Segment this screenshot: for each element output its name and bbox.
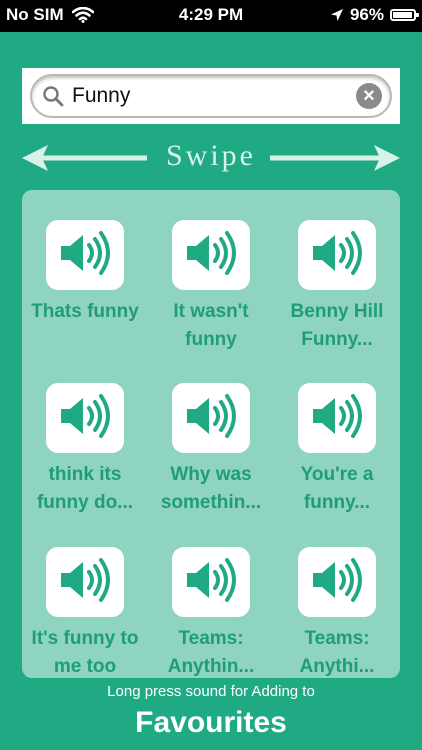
sound-label: Thats funny [31, 301, 139, 322]
battery-icon [390, 9, 419, 21]
speaker-icon [309, 393, 365, 443]
sound-button[interactable] [172, 383, 250, 453]
sound-label: You're a funny... [300, 464, 374, 513]
sound-button[interactable] [298, 547, 376, 617]
sound-button[interactable] [172, 547, 250, 617]
speaker-icon [183, 230, 239, 280]
battery-fill [393, 12, 412, 18]
speaker-icon [57, 230, 113, 280]
sound-tile[interactable]: Thats funny [25, 220, 145, 326]
speaker-icon [183, 557, 239, 607]
sound-label: Why was somethin... [160, 464, 262, 513]
status-right: 96% [330, 5, 419, 25]
status-bar: No SIM 4:29 PM 96% [0, 0, 422, 32]
swipe-indicator: Swipe [22, 139, 400, 174]
sound-button[interactable] [46, 383, 124, 453]
search-icon [43, 86, 64, 107]
favourites-button[interactable]: Favourites [0, 706, 422, 740]
sound-button[interactable] [46, 547, 124, 617]
sound-tile[interactable]: Benny Hill Funny... [277, 220, 397, 354]
sound-tile[interactable]: think its funny do... [25, 383, 145, 517]
speaker-icon [57, 557, 113, 607]
sound-tile[interactable]: It's funny to me too [25, 547, 145, 678]
sound-tile[interactable]: Teams: Anythin... [151, 547, 271, 678]
clear-icon: × [363, 85, 375, 107]
speaker-icon [57, 393, 113, 443]
sound-button[interactable] [46, 220, 124, 290]
sound-label: Teams: Anythi... [299, 628, 375, 677]
long-press-hint: Long press sound for Adding to [107, 683, 315, 700]
sound-button[interactable] [298, 383, 376, 453]
sound-label: Benny Hill Funny... [290, 301, 384, 350]
sound-label: think its funny do... [36, 464, 134, 513]
speaker-icon [309, 557, 365, 607]
search-input[interactable] [72, 84, 342, 108]
sound-label: It's funny to me too [31, 628, 139, 677]
search-bar: × [22, 68, 400, 124]
right-arrow-icon [270, 145, 400, 171]
sound-tile[interactable]: It wasn't funny [151, 220, 271, 354]
sound-label: Teams: Anythin... [167, 628, 255, 677]
sound-label: It wasn't funny [173, 301, 249, 350]
speaker-icon [309, 230, 365, 280]
sound-button[interactable] [172, 220, 250, 290]
sound-button[interactable] [298, 220, 376, 290]
location-arrow-icon [330, 9, 343, 21]
speaker-icon [183, 393, 239, 443]
sound-tile[interactable]: Teams: Anythi... [277, 547, 397, 678]
sound-tile[interactable]: You're a funny... [277, 383, 397, 517]
sound-tile[interactable]: Why was somethin... [151, 383, 271, 517]
clear-search-button[interactable]: × [356, 83, 382, 109]
battery-percent: 96% [349, 5, 384, 24]
sound-grid: Thats funny It wasn't funny Benny Hill Fun… [22, 190, 400, 678]
search-field[interactable]: × [30, 74, 392, 118]
